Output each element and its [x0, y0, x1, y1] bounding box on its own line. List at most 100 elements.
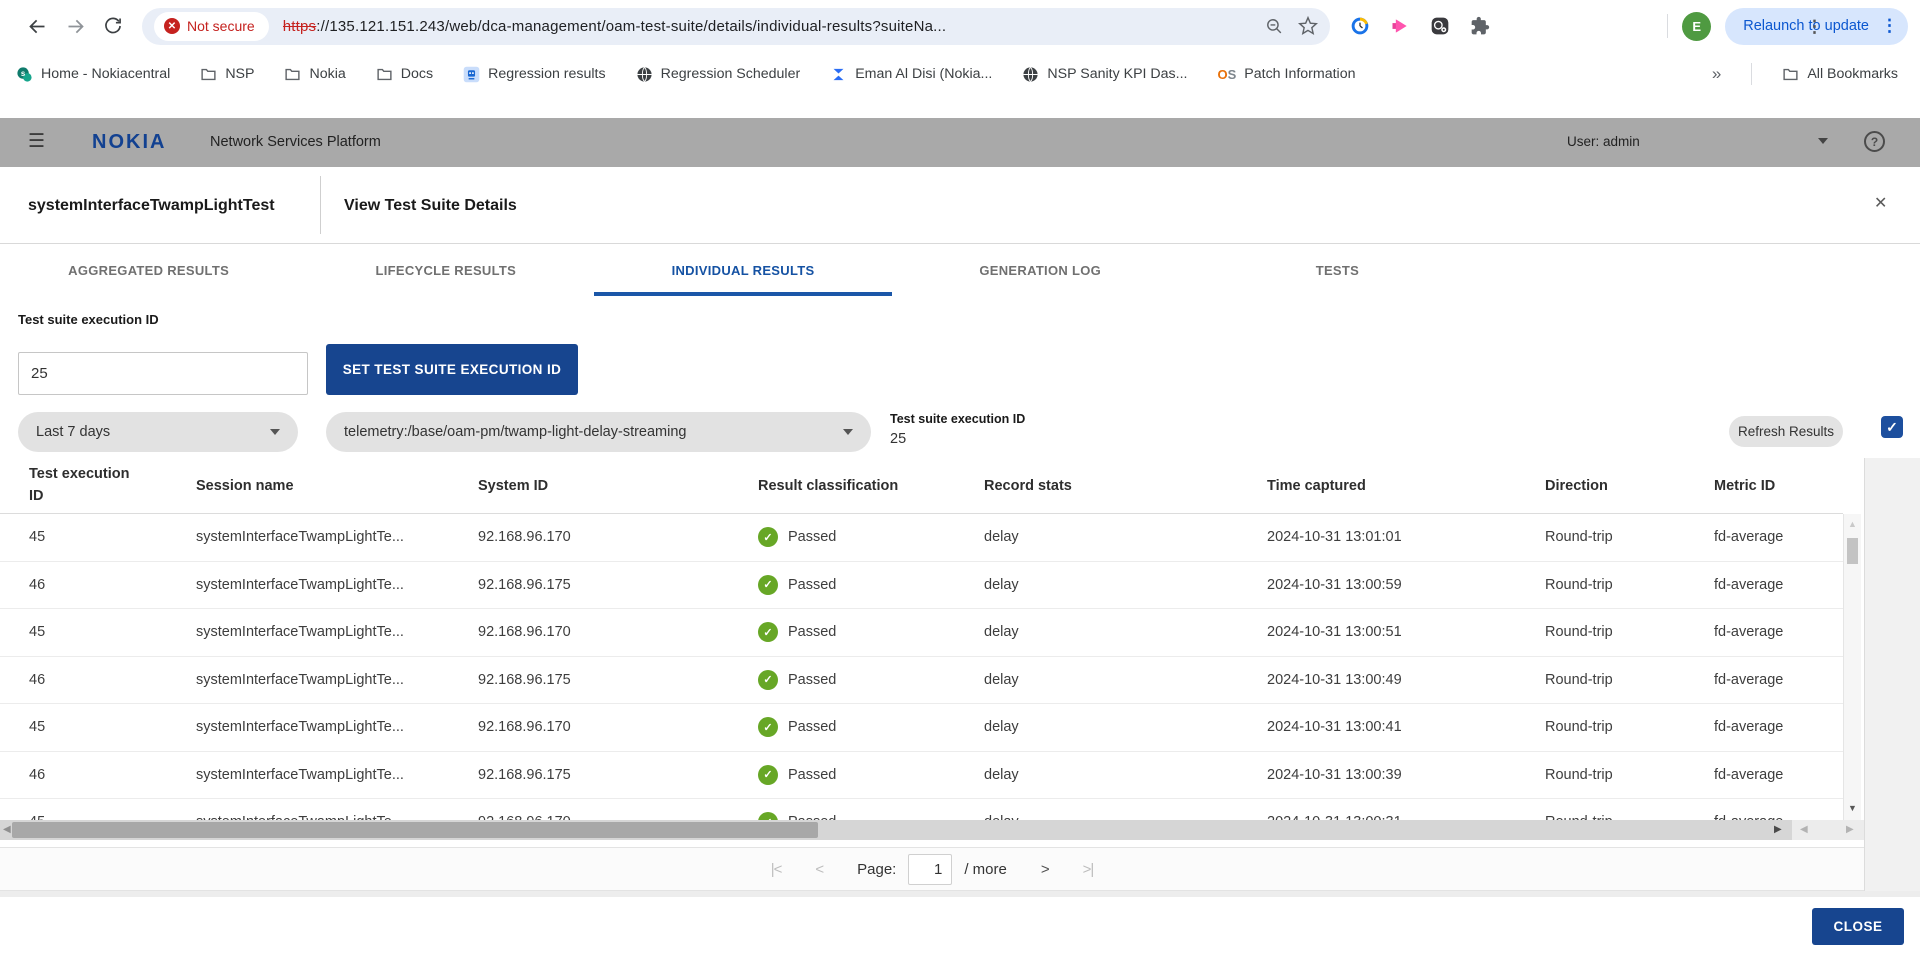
close-button[interactable]: CLOSE [1812, 908, 1904, 945]
table-header: Test execution ID Session name System ID… [0, 458, 1843, 514]
bookmarks-divider [1751, 63, 1752, 85]
page-title: View Test Suite Details [344, 167, 517, 244]
bookmark-regression-scheduler[interactable]: Regression Scheduler [636, 66, 801, 83]
tab-individual-results[interactable]: INDIVIDUAL RESULTS [594, 244, 891, 296]
horizontal-scrollbar-thumb[interactable] [12, 822, 818, 838]
pink-play-extension-icon[interactable] [1390, 16, 1410, 36]
globe-icon [1022, 66, 1039, 83]
bookmark-patch-information[interactable]: OS Patch Information [1217, 66, 1355, 82]
cell-time-captured: 2024-10-31 13:00:39 [1267, 767, 1545, 783]
vertical-scrollbar-thumb[interactable] [1847, 538, 1858, 564]
reload-icon[interactable] [94, 7, 132, 45]
column-header-time-captured[interactable]: Time captured [1267, 478, 1545, 494]
column-header-result-classification[interactable]: Result classification [758, 478, 984, 494]
hamburger-menu-icon[interactable]: ☰ [28, 132, 45, 152]
cell-result: ✓Passed [758, 765, 984, 785]
vertical-scrollbar[interactable]: ▲ ▼ [1843, 514, 1861, 820]
bookmarks-overflow-icon[interactable]: » [1712, 64, 1721, 84]
bookmark-eman-al-disi[interactable]: Eman Al Disi (Nokia... [830, 66, 992, 83]
folder-icon [376, 66, 393, 83]
not-secure-chip[interactable]: ✕ Not secure [154, 12, 269, 41]
table-body: 45 systemInterfaceTwampLightTe... 92.168… [0, 514, 1843, 820]
cell-direction: Round-trip [1545, 672, 1714, 688]
cell-metric-id: fd-average [1714, 624, 1843, 640]
table-row[interactable]: 46 systemInterfaceTwampLightTe... 92.168… [0, 657, 1843, 705]
tab-generation-log[interactable]: GENERATION LOG [892, 244, 1189, 296]
column-header-metric-id[interactable]: Metric ID [1714, 478, 1843, 494]
bookmark-folder-nsp[interactable]: NSP [200, 66, 254, 83]
exec-id-input[interactable] [18, 352, 308, 395]
help-icon[interactable]: ? [1864, 131, 1885, 152]
cell-session-name: systemInterfaceTwampLightTe... [196, 719, 478, 735]
close-icon[interactable]: ✕ [1874, 193, 1887, 213]
scroll-down-icon[interactable]: ▼ [1844, 803, 1861, 813]
refresh-results-button[interactable]: Refresh Results [1729, 416, 1843, 447]
table-row[interactable]: 46 systemInterfaceTwampLightTe... 92.168… [0, 752, 1843, 800]
page-number-input[interactable] [908, 854, 952, 885]
bookmark-folder-docs[interactable]: Docs [376, 66, 433, 83]
back-icon[interactable] [18, 7, 56, 45]
cell-result: ✓Passed [758, 812, 984, 820]
tab-aggregated-results[interactable]: AGGREGATED RESULTS [0, 244, 297, 296]
column-header-direction[interactable]: Direction [1545, 478, 1714, 494]
not-secure-label: Not secure [187, 18, 255, 34]
cell-time-captured: 2024-10-31 13:01:01 [1267, 529, 1545, 545]
profile-avatar[interactable]: E [1682, 12, 1711, 41]
user-menu[interactable]: User: admin [1567, 134, 1640, 149]
result-label: Passed [788, 529, 836, 545]
suite-name: systemInterfaceTwampLightTest [28, 167, 275, 244]
bookmark-regression-results[interactable]: Regression results [463, 66, 606, 83]
last-page-button[interactable]: >| [1083, 861, 1094, 878]
tab-tests[interactable]: TESTS [1189, 244, 1486, 296]
chevron-down-icon [270, 429, 280, 435]
bookmark-home-nokiacentral[interactable]: s Home - Nokiacentral [16, 66, 170, 83]
column-header-session-name[interactable]: Session name [196, 478, 478, 494]
tab-lifecycle-results[interactable]: LIFECYCLE RESULTS [297, 244, 594, 296]
all-bookmarks-button[interactable]: All Bookmarks [1782, 66, 1898, 83]
browser-menu-icon[interactable]: ⋮ [1881, 16, 1898, 36]
time-range-select[interactable]: Last 7 days [18, 412, 298, 452]
globe-icon [636, 66, 653, 83]
passed-check-icon: ✓ [758, 812, 778, 820]
next-page-button[interactable]: > [1041, 861, 1049, 878]
chevron-down-icon[interactable] [1818, 138, 1828, 144]
telemetry-select[interactable]: telemetry:/base/oam-pm/twamp-light-delay… [326, 412, 871, 452]
column-header-test-execution-id[interactable]: Test execution ID [29, 464, 137, 506]
scroll-right-icon[interactable]: ▶ [1846, 824, 1854, 835]
scroll-left-icon[interactable]: ◀ [3, 824, 11, 835]
table-row[interactable]: 45 systemInterfaceTwampLightTe... 92.168… [0, 704, 1843, 752]
table-row[interactable]: 46 systemInterfaceTwampLightTe... 92.168… [0, 562, 1843, 610]
scroll-right-icon[interactable]: ▶ [1774, 824, 1782, 835]
cell-record-stats: delay [984, 624, 1267, 640]
column-header-record-stats[interactable]: Record stats [984, 478, 1267, 494]
bookmark-folder-nokia[interactable]: Nokia [284, 66, 345, 83]
bookmarks-bar: s Home - Nokiacentral NSP Nokia Docs [0, 52, 1920, 96]
zoom-page-icon[interactable] [1265, 17, 1284, 36]
bookmark-nsp-sanity-kpi[interactable]: NSP Sanity KPI Das... [1022, 66, 1187, 83]
os-favicon-icon: OS [1217, 67, 1236, 82]
column-settings-checkbox-icon[interactable]: ✓ [1881, 416, 1903, 438]
bookmark-star-icon[interactable] [1298, 16, 1318, 36]
horizontal-scrollbar[interactable]: ◀ ▶ ◀ ▶ [0, 820, 1864, 840]
dark-extension-icon[interactable] [1430, 16, 1450, 36]
sharepoint-icon: s [16, 66, 33, 83]
table-row[interactable]: 45 systemInterfaceTwampLightTe... 92.168… [0, 799, 1843, 820]
browser-toolbar: ✕ Not secure https://135.121.151.243/web… [0, 0, 1920, 52]
cell-session-name: systemInterfaceTwampLightTe... [196, 672, 478, 688]
forward-icon[interactable] [56, 7, 94, 45]
scroll-up-icon[interactable]: ▲ [1844, 519, 1861, 529]
address-bar[interactable]: ✕ Not secure https://135.121.151.243/web… [142, 8, 1330, 45]
passed-check-icon: ✓ [758, 575, 778, 595]
column-options-icon[interactable]: ⋮ [1806, 17, 1823, 37]
cell-record-stats: delay [984, 672, 1267, 688]
previous-page-button[interactable]: < [815, 861, 823, 878]
table-row[interactable]: 45 systemInterfaceTwampLightTe... 92.168… [0, 609, 1843, 657]
extensions-puzzle-icon[interactable] [1470, 16, 1490, 36]
set-exec-id-button[interactable]: SET TEST SUITE EXECUTION ID [326, 344, 578, 395]
table-row[interactable]: 45 systemInterfaceTwampLightTe... 92.168… [0, 514, 1843, 562]
clock-extension-icon[interactable] [1350, 16, 1370, 36]
scroll-left-icon[interactable]: ◀ [1800, 824, 1808, 835]
cell-exec-id: 46 [29, 672, 196, 688]
column-header-system-id[interactable]: System ID [478, 478, 758, 494]
first-page-button[interactable]: |< [771, 861, 782, 878]
